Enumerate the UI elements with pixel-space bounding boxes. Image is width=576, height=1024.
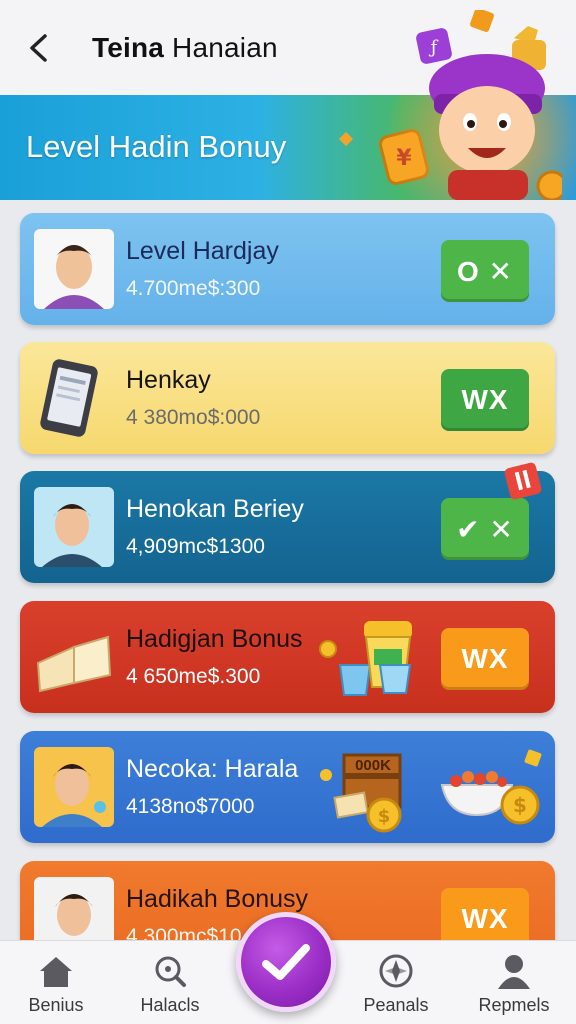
chest-label: 000K — [355, 757, 391, 774]
avatar — [34, 229, 114, 309]
nav-label: Repmels — [478, 995, 550, 1015]
bonus-card[interactable]: Hadigjan Bonus 4 650me$.300 WX — [20, 601, 555, 713]
app-title: Teina Hanaian — [92, 32, 278, 64]
svg-text:$: $ — [378, 806, 391, 827]
card-title: Level Hardjay — [126, 237, 279, 265]
nav-item-search[interactable]: Halacls — [120, 953, 220, 1016]
svg-text:¥: ¥ — [396, 146, 412, 171]
bonus-card[interactable]: Level Hardjay 4.700me$:300 O ✕ — [20, 213, 555, 325]
chevron-left-icon — [30, 33, 47, 62]
person-icon — [498, 955, 530, 989]
home-icon — [40, 957, 72, 987]
nav-label: Benius — [28, 995, 84, 1015]
avatar — [34, 487, 114, 567]
card-title: Hadigjan Bonus — [126, 625, 303, 653]
confirm-fab-button[interactable] — [236, 912, 336, 1012]
card-amount: 4138no$7000 — [126, 795, 255, 818]
nav-item-profile[interactable]: Repmels — [464, 953, 564, 1016]
food-bowl-icon: $ — [440, 749, 542, 825]
nav-item-home[interactable]: Benius — [6, 953, 106, 1016]
card-title: Henokan Beriey — [126, 495, 304, 523]
sparkle-icon — [338, 131, 354, 147]
card-title: Necoka: Harala — [126, 755, 299, 783]
gift-icon — [504, 462, 542, 500]
card-amount: 4,909mc$1300 — [126, 535, 265, 558]
nav-label: Peanals — [363, 995, 429, 1015]
bonus-card[interactable]: Henkay 4 380mo$:000 WX — [20, 342, 555, 454]
app-title-bold: Teina — [92, 31, 165, 63]
card-amount: 4 380mo$:000 — [126, 406, 261, 429]
cups-icon — [319, 621, 412, 696]
book-icon — [34, 617, 114, 697]
back-button[interactable] — [18, 28, 58, 68]
card-title: Henkay — [126, 366, 211, 394]
bonus-card[interactable]: Necoka: Harala 4138no$7000 $ 000K $ — [20, 731, 555, 843]
bonus-card[interactable]: Henokan Beriey 4,909mc$1300 ✔ ✕ — [20, 462, 555, 583]
card-amount: 4 650me$.300 — [126, 665, 261, 688]
card-amount: 4.700me$:300 — [126, 277, 261, 300]
check-icon — [262, 944, 310, 980]
app-title-rest: Hanaian — [164, 31, 278, 63]
treasure-chest: $ 000K — [316, 745, 426, 835]
nav-item-peanals[interactable]: Peanals — [346, 953, 446, 1016]
phone-icon — [34, 358, 114, 438]
search-icon — [155, 956, 186, 987]
svg-text:$: $ — [513, 793, 527, 817]
claim-button[interactable]: WX — [441, 628, 529, 690]
claim-button[interactable]: WX — [441, 369, 529, 431]
banner-title: Level Hadin Bonuy — [26, 129, 287, 164]
claim-button[interactable]: O ✕ — [441, 240, 529, 302]
claim-button[interactable]: ✔ ✕ — [441, 498, 529, 560]
compass-icon — [379, 954, 413, 988]
mascot-icon — [429, 10, 562, 200]
avatar — [34, 747, 114, 827]
card-title: Hadikah Bonusy — [126, 885, 309, 913]
nav-label: Halacls — [140, 995, 200, 1015]
